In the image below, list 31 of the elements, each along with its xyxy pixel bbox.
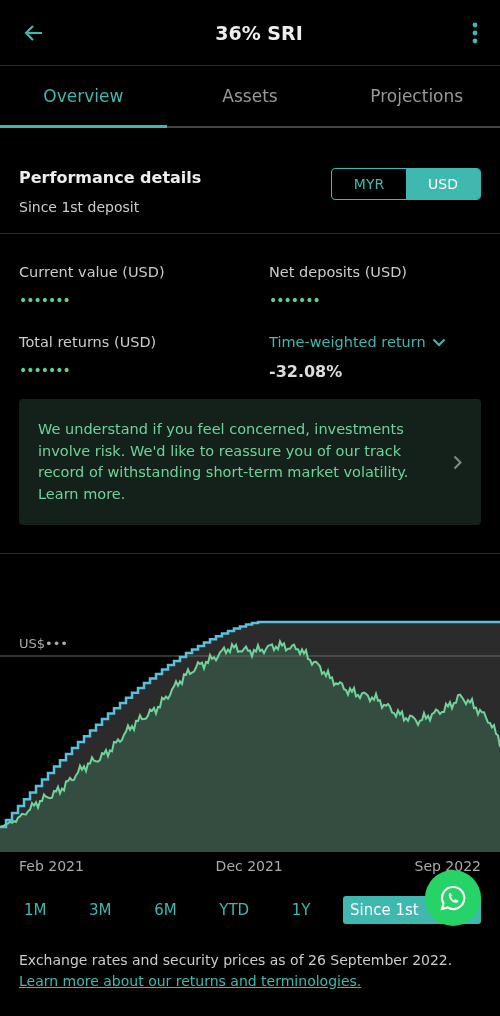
currency-option[interactable]: MYR	[332, 169, 406, 199]
range-option[interactable]: 6M	[144, 896, 187, 924]
hidden-metric-value: •••••••	[19, 362, 71, 378]
return-type-dropdown[interactable]: Time-weighted return	[269, 334, 446, 350]
terminology-link[interactable]: Learn more about our returns and terminologies.	[19, 973, 362, 989]
axis-label: Dec 2021	[215, 858, 283, 874]
metric-label: Net deposits (USD)	[269, 264, 408, 280]
metric-label: Total returns (USD)	[19, 334, 158, 350]
range-option[interactable]: YTD	[209, 896, 260, 924]
reassurance-banner[interactable]: We understand if you feel concerned, investments involve risk. We'd like to reassure you of our track record of withstanding short-term market volatility. Learn more.	[19, 399, 481, 525]
tab[interactable]: Overview	[0, 66, 167, 128]
range-option[interactable]: 3M	[79, 896, 122, 924]
chat-bubble-icon	[439, 884, 467, 912]
section-title: Performance details	[19, 168, 202, 187]
section-subtitle: Since 1st deposit	[19, 199, 141, 215]
tab[interactable]: Projections	[333, 66, 500, 128]
metric-label: Current value (USD)	[19, 264, 166, 280]
footer-note: Exchange rates and security prices as of 26 September 2022. Learn more about our returns and terminologies.	[18, 951, 454, 991]
range-option[interactable]: 1M	[14, 896, 57, 924]
tab[interactable]: Assets	[166, 66, 334, 128]
screen-title: 36% SRI	[215, 21, 303, 44]
axis-label: Sep 2022	[414, 858, 481, 874]
chevron-down-icon	[431, 337, 446, 347]
hidden-metric-value: •••••••	[19, 292, 71, 308]
range-option[interactable]: 1Y	[281, 896, 321, 924]
banner-text: We understand if you feel concerned, investments involve risk. We'd like to reassure you of our track record of withstanding short-term market volatility. Learn more.	[38, 420, 410, 504]
chevron-right-icon	[453, 454, 462, 470]
hidden-metric-value: •••••••	[269, 292, 321, 308]
axis-label: Feb 2021	[19, 858, 84, 874]
metric-value: -32.08%	[269, 362, 344, 381]
reference-label: US$•••	[19, 636, 69, 651]
